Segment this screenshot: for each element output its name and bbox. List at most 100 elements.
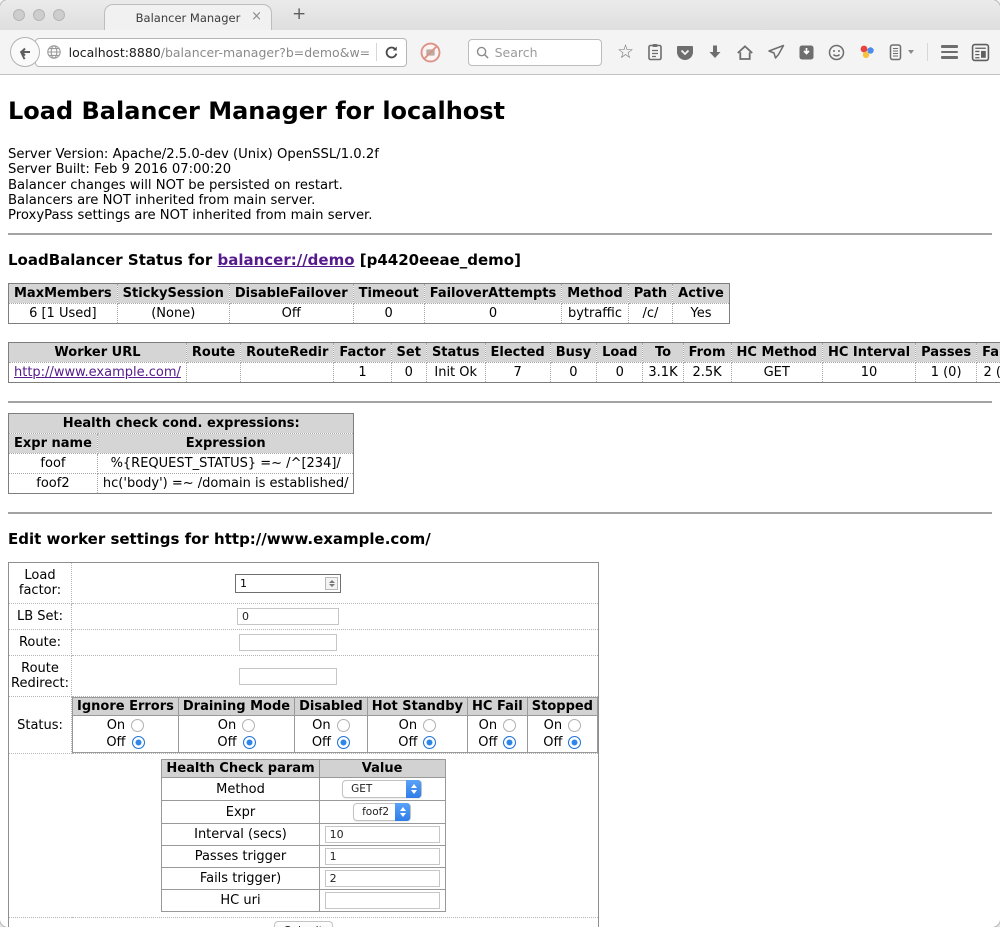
balancer-status-table: MaxMembers StickySession DisableFailover… [8,283,730,324]
cell-busy: 0 [550,363,596,383]
pocket-icon[interactable] [676,44,694,61]
hc-uri-label: HC uri [162,890,319,912]
ignore-errors-off-radio[interactable] [132,736,145,749]
proxypass-note-line: ProxyPass settings are NOT inherited fro… [8,208,992,223]
divider [8,233,992,235]
status-column-header: Hot Standby [367,698,467,716]
url-bar[interactable]: localhost:8880/balancer-manager?b=demo&w… [35,38,407,67]
ignore-errors-on-radio[interactable] [131,719,144,732]
hc-uri-input[interactable] [325,892,440,909]
panel-list-icon[interactable] [889,43,902,61]
new-tab-button[interactable]: + [292,4,306,24]
column-header: Factor [334,343,391,363]
column-header: Active [673,284,730,304]
column-header: HC Method [731,343,822,363]
select-arrows-icon [395,803,410,821]
hc-method-selected-value: GET [351,783,400,795]
search-input[interactable] [495,45,585,60]
hc-fails-input[interactable] [325,870,440,887]
radio-on-label: On [399,718,417,733]
site-identity-globe-icon[interactable] [46,44,62,60]
panel-dropdown-caret-icon[interactable] [908,50,914,54]
balancer-link[interactable]: balancer://demo [217,251,354,269]
cell-active: Yes [673,304,730,324]
browser-tab[interactable]: Balancer Manager × [104,4,272,30]
cell-status: Init Ok [426,363,485,383]
window-minimize-button[interactable] [33,9,45,21]
column-header: Worker URL [9,343,187,363]
lb-set-input[interactable] [237,608,339,625]
hc-method-select[interactable]: GET [342,780,422,798]
page-content: Load Balancer Manager for localhost Serv… [0,75,1000,927]
stopped-off-radio[interactable] [568,736,581,749]
hc-fail-on-radio[interactable] [503,719,516,732]
table-row: foof2 hc('body') =~ /domain is establish… [9,474,354,494]
hc-interval-input[interactable] [325,826,440,843]
status-column-header: HC Fail [468,698,528,716]
draining-mode-off-radio[interactable] [243,736,256,749]
draining-mode-on-radio[interactable] [242,719,255,732]
column-header: Set [391,343,426,363]
worker-url-link[interactable]: http://www.example.com/ [14,365,181,380]
downloads-icon[interactable] [707,44,723,60]
reading-list-icon[interactable] [647,43,663,61]
window-controls [13,9,65,21]
window-close-button[interactable] [13,9,25,21]
feedback-smiley-icon[interactable] [828,44,845,61]
extension-download-icon[interactable] [798,44,815,61]
health-check-table: Health Check param Value Method GET Expr [161,759,445,912]
disabled-off-radio[interactable] [337,736,350,749]
status-label: Status: [9,697,72,754]
radio-off-label: Off [217,735,236,750]
cell-expr-name: foof2 [9,474,98,494]
hot-standby-off-radio[interactable] [423,736,436,749]
hc-expressions-table: Health check cond. expressions: Expr nam… [8,413,354,494]
column-header: Route [186,343,240,363]
news-grid-icon[interactable] [971,43,990,62]
radio-off-label: Off [543,735,562,750]
reload-icon[interactable] [384,45,399,60]
bookmark-star-icon[interactable]: ☆ [617,43,634,62]
stopped-on-radio[interactable] [568,719,581,732]
cell-to: 3.1K [643,363,683,383]
edit-worker-form: Load factor: LB Set: Route: [8,562,599,927]
hc-interval-label: Interval (secs) [162,824,319,846]
status-cell-draining-mode: On Off [178,716,294,753]
hc-method-label: Method [162,778,319,801]
server-info: Server Version: Apache/2.5.0-dev (Unix) … [8,147,992,223]
tab-close-icon[interactable]: × [251,9,262,25]
colored-dots-icon[interactable] [858,44,876,60]
content-blocked-icon[interactable] [419,41,442,64]
disabled-on-radio[interactable] [337,719,350,732]
toolbar-divider [927,43,928,61]
cell-worker-url: http://www.example.com/ [9,363,187,383]
divider [8,512,992,514]
hc-passes-input[interactable] [325,848,440,865]
load-factor-label: Load factor: [9,563,72,604]
browser-window: Balancer Manager × + localhost:8880/bala… [0,0,1000,927]
menu-icon[interactable] [941,45,958,59]
hot-standby-on-radio[interactable] [423,719,436,732]
cell-stickysession: (None) [117,304,229,324]
url-text[interactable]: localhost:8880/balancer-manager?b=demo&w… [69,45,369,60]
route-redirect-input[interactable] [239,668,337,685]
submit-button[interactable]: Submit [274,921,333,927]
number-spinner-icon[interactable] [325,577,338,590]
load-factor-input[interactable] [236,577,325,590]
hc-expr-select[interactable]: foof2 [353,803,411,821]
cell-expression: hc('body') =~ /domain is established/ [97,474,354,494]
home-icon[interactable] [736,44,754,61]
status-radio-row: On Off On Off On Off [73,716,598,753]
cell-elected: 7 [485,363,550,383]
form-row-route-redirect: Route Redirect: [9,656,599,697]
window-zoom-button[interactable] [53,9,65,21]
column-header: To [643,343,683,363]
server-version-line: Server Version: Apache/2.5.0-dev (Unix) … [8,147,992,162]
load-factor-stepper[interactable] [235,574,341,593]
radio-off-label: Off [398,735,417,750]
search-box[interactable] [468,39,602,66]
route-input[interactable] [239,634,337,651]
send-tab-icon[interactable] [767,44,785,60]
hc-fail-off-radio[interactable] [503,736,516,749]
back-button[interactable] [10,37,40,67]
